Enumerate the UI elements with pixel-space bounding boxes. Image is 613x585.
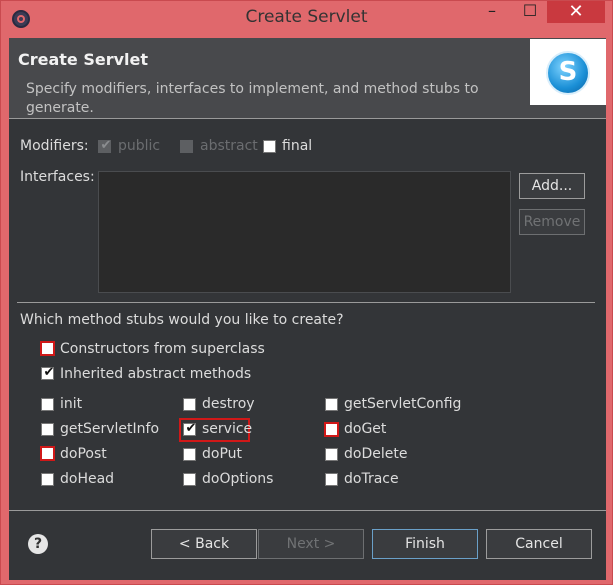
page-description: Specify modifiers, interfaces to impleme… [26, 81, 479, 116]
dotrace-label[interactable]: doTrace [344, 471, 399, 487]
section-divider [17, 302, 595, 303]
public-checkbox: ✔ [98, 138, 111, 153]
getservletinfo-label[interactable]: getServletInfo [60, 421, 159, 437]
doput-label[interactable]: doPut [202, 446, 242, 462]
dopost-checkbox[interactable] [40, 446, 55, 461]
help-icon[interactable]: ? [28, 534, 48, 554]
dooptions-checkbox[interactable] [183, 473, 196, 486]
create-servlet-window: Create Servlet – ☐ ✕ Create Servlet Spec… [0, 0, 613, 585]
footer-divider [9, 510, 606, 511]
header-divider [9, 118, 606, 119]
final-checkbox[interactable] [263, 140, 276, 153]
dotrace-checkbox[interactable] [325, 473, 338, 486]
init-checkbox[interactable] [41, 398, 54, 411]
minimize-icon[interactable]: – [479, 1, 505, 23]
stubs-question: Which method stubs would you like to cre… [20, 312, 344, 328]
destroy-checkbox[interactable] [183, 398, 196, 411]
final-label[interactable]: final [282, 138, 312, 154]
dodelete-label[interactable]: doDelete [344, 446, 407, 462]
finish-button[interactable]: Finish [372, 529, 478, 559]
dopost-label[interactable]: doPost [60, 446, 107, 462]
destroy-label[interactable]: destroy [202, 396, 255, 412]
dooptions-label[interactable]: doOptions [202, 471, 273, 487]
doget-label[interactable]: doGet [344, 421, 386, 437]
add-interface-button[interactable]: Add... [519, 173, 585, 199]
close-icon[interactable]: ✕ [547, 1, 605, 23]
constructors-checkbox[interactable] [40, 341, 55, 356]
inherited-checkbox[interactable]: ✔ [41, 365, 54, 380]
dohead-checkbox[interactable] [41, 473, 54, 486]
modifiers-label: Modifiers: [20, 138, 89, 154]
remove-interface-button[interactable]: Remove [519, 209, 585, 235]
doput-checkbox[interactable] [183, 448, 196, 461]
service-label[interactable]: service [202, 421, 252, 437]
cancel-button[interactable]: Cancel [486, 529, 592, 559]
next-button[interactable]: Next > [258, 529, 364, 559]
dodelete-checkbox[interactable] [325, 448, 338, 461]
page-title: Create Servlet [18, 50, 149, 69]
servlet-logo-icon: S [546, 51, 590, 95]
doget-checkbox[interactable] [324, 422, 339, 437]
getservletconfig-label[interactable]: getServletConfig [344, 396, 461, 412]
service-checkbox[interactable]: ✔ [183, 421, 196, 436]
title-bar[interactable]: Create Servlet – ☐ ✕ [1, 1, 612, 37]
dohead-label[interactable]: doHead [60, 471, 114, 487]
inherited-label[interactable]: Inherited abstract methods [60, 366, 251, 382]
dialog-content: Create Servlet Specify modifiers, interf… [9, 38, 606, 580]
abstract-checkbox [180, 140, 193, 153]
constructors-label[interactable]: Constructors from superclass [60, 341, 265, 357]
wizard-banner: S [530, 39, 606, 105]
abstract-label: abstract [200, 138, 258, 154]
public-label: public [118, 138, 161, 154]
interfaces-list[interactable] [98, 171, 511, 293]
wizard-header: Create Servlet Specify modifiers, interf… [9, 38, 606, 118]
maximize-icon[interactable]: ☐ [515, 1, 545, 23]
getservletinfo-checkbox[interactable] [41, 423, 54, 436]
getservletconfig-checkbox[interactable] [325, 398, 338, 411]
interfaces-label: Interfaces: [20, 169, 95, 185]
back-button[interactable]: < Back [151, 529, 257, 559]
init-label[interactable]: init [60, 396, 82, 412]
